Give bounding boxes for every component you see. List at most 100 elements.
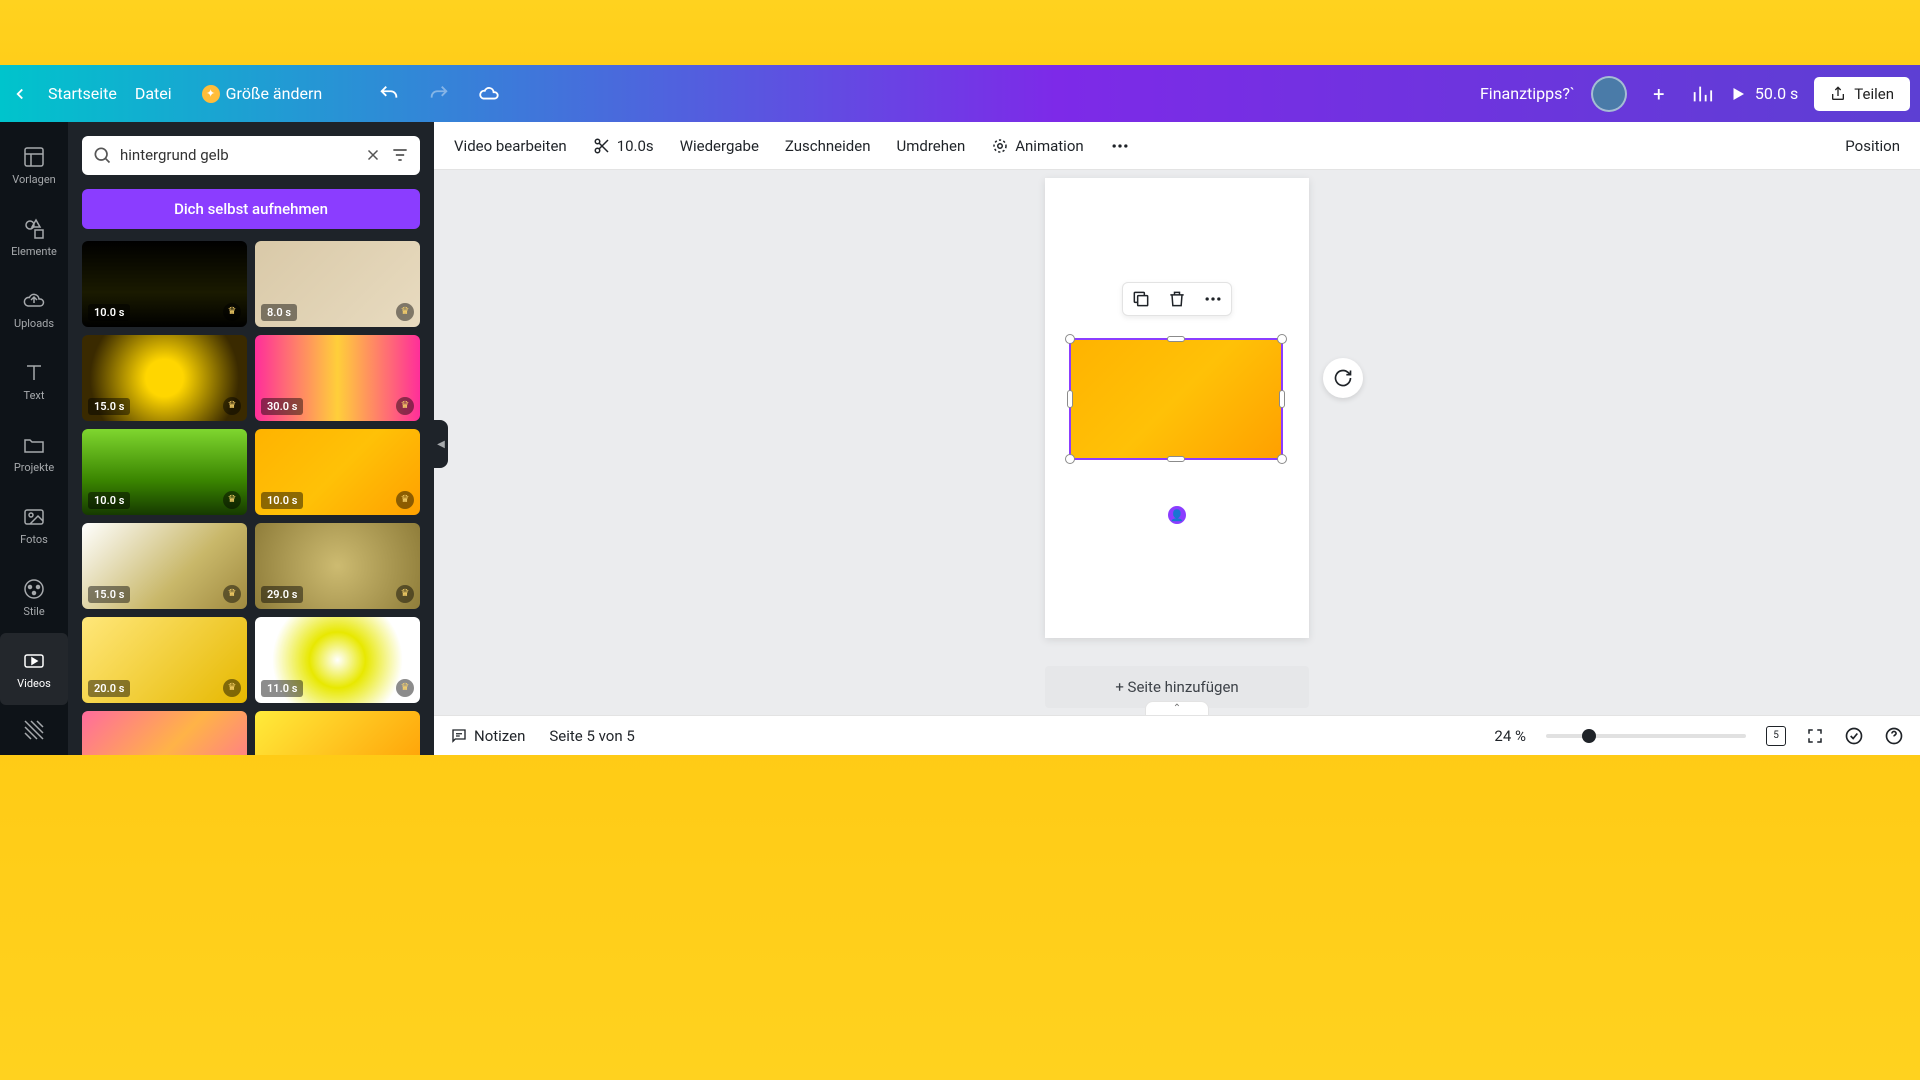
project-title[interactable]: Finanztipps?` <box>1480 84 1575 103</box>
refresh-icon[interactable] <box>1323 358 1363 398</box>
rail-projects[interactable]: Projekte <box>0 418 68 490</box>
position-button[interactable]: Position <box>1845 137 1900 155</box>
side-panel: Dich selbst aufnehmen 10.0 s♛8.0 s♛15.0 … <box>68 122 434 755</box>
clip-duration-label: 10.0s <box>617 137 654 155</box>
resize-handle[interactable] <box>1167 456 1185 462</box>
record-yourself-button[interactable]: Dich selbst aufnehmen <box>82 189 420 229</box>
rail-templates[interactable]: Vorlagen <box>0 130 68 202</box>
left-rail: Vorlagen Elemente Uploads Text Projekte … <box>0 122 68 755</box>
fullscreen-icon[interactable] <box>1806 727 1824 745</box>
resize-handle[interactable] <box>1277 454 1287 464</box>
grid-view-icon[interactable]: 5 <box>1766 726 1786 746</box>
rail-elements[interactable]: Elemente <box>0 202 68 274</box>
rail-label: Fotos <box>20 533 48 546</box>
file-menu[interactable]: Datei <box>135 84 172 103</box>
thumbnail-duration: 8.0 s <box>261 304 297 321</box>
element-toolbar <box>1122 282 1232 316</box>
rail-label: Videos <box>17 677 51 690</box>
clear-icon[interactable] <box>364 146 382 164</box>
thumbnail-duration: 10.0 s <box>88 304 130 321</box>
resize-handle[interactable] <box>1167 336 1185 342</box>
video-thumbnail[interactable]: 8.0 s ♛ <box>255 241 420 327</box>
rail-text[interactable]: Text <box>0 346 68 418</box>
trash-icon[interactable] <box>1167 289 1187 309</box>
zoom-slider[interactable] <box>1546 734 1746 738</box>
more-icon[interactable] <box>1110 136 1130 156</box>
page-count-badge: 5 <box>1773 730 1779 741</box>
video-thumbnail[interactable]: 11.0 s♛ <box>255 617 420 703</box>
flip-button[interactable]: Umdrehen <box>896 137 965 155</box>
thumbnail-duration: 11.0 s <box>261 680 303 697</box>
rail-label: Vorlagen <box>12 173 56 186</box>
filter-icon[interactable] <box>390 145 410 165</box>
check-icon[interactable] <box>1844 726 1864 746</box>
video-thumbnail[interactable] <box>82 711 247 755</box>
stage[interactable]: 👤 + Seite hinzufügen ⌃ <box>434 170 1920 715</box>
redo-icon[interactable] <box>428 83 450 105</box>
resize-handle[interactable] <box>1065 454 1075 464</box>
canvas-page[interactable]: 👤 <box>1045 178 1309 638</box>
expand-timeline-icon[interactable]: ⌃ <box>1145 701 1209 715</box>
clip-duration-button[interactable]: 10.0s <box>593 137 654 155</box>
selected-element[interactable] <box>1069 338 1283 460</box>
rail-photos[interactable]: Fotos <box>0 489 68 561</box>
video-thumbnail[interactable] <box>255 711 420 755</box>
resize-handle[interactable] <box>1277 334 1287 344</box>
video-thumbnail[interactable]: 10.0 s ♛ <box>82 241 247 327</box>
help-icon[interactable] <box>1884 726 1904 746</box>
video-thumbnail[interactable]: 15.0 s♛ <box>82 523 247 609</box>
page-indicator[interactable]: Seite 5 von 5 <box>549 727 634 745</box>
rail-label: Stile <box>23 605 44 618</box>
premium-crown-icon: ♛ <box>396 491 414 509</box>
crop-button[interactable]: Zuschneiden <box>785 137 871 155</box>
present-button[interactable]: 50.0 s <box>1729 84 1798 103</box>
premium-crown-icon: ♛ <box>223 491 241 509</box>
video-thumbnail[interactable]: 15.0 s♛ <box>82 335 247 421</box>
rail-background[interactable] <box>0 705 68 755</box>
rail-label: Uploads <box>14 317 54 330</box>
video-thumbnail[interactable]: 10.0 s ♛ <box>82 429 247 515</box>
search-bar <box>82 136 420 175</box>
rail-label: Projekte <box>14 461 54 474</box>
resize-handle[interactable] <box>1067 390 1073 408</box>
search-input[interactable] <box>120 146 356 164</box>
resize-handle[interactable] <box>1065 334 1075 344</box>
premium-crown-icon: ♛ <box>223 303 241 321</box>
duplicate-icon[interactable] <box>1131 289 1151 309</box>
undo-icon[interactable] <box>378 83 400 105</box>
playback-button[interactable]: Wiedergabe <box>680 137 759 155</box>
topbar: Startseite Datei ✦ Größe ändern Finanzti… <box>0 65 1920 122</box>
resize-button[interactable]: ✦ Größe ändern <box>202 84 323 103</box>
back-icon[interactable] <box>10 84 30 104</box>
cloud-sync-icon[interactable] <box>478 83 500 105</box>
collaborator-cursor: 👤 <box>1166 504 1188 526</box>
resize-label: Größe ändern <box>226 84 323 103</box>
context-toolbar: Video bearbeiten 10.0s Wiedergabe Zuschn… <box>434 122 1920 170</box>
resize-handle[interactable] <box>1279 390 1285 408</box>
animation-button[interactable]: Animation <box>991 137 1083 155</box>
video-thumbnail[interactable]: 29.0 s♛ <box>255 523 420 609</box>
thumbnail-duration: 20.0 s <box>88 680 130 697</box>
rail-videos[interactable]: Videos <box>0 633 68 705</box>
share-button[interactable]: Teilen <box>1814 77 1910 111</box>
thumbnail-duration: 10.0 s <box>88 492 130 509</box>
add-member-button[interactable]: + <box>1643 78 1675 110</box>
premium-crown-icon: ♛ <box>223 679 241 697</box>
rail-uploads[interactable]: Uploads <box>0 274 68 346</box>
premium-crown-icon: ♛ <box>396 303 414 321</box>
home-link[interactable]: Startseite <box>48 84 117 103</box>
zoom-level[interactable]: 24 % <box>1494 727 1526 745</box>
video-thumbnail[interactable]: 10.0 s♛ <box>255 429 420 515</box>
video-thumbnail[interactable]: 20.0 s ♛ <box>82 617 247 703</box>
premium-crown-icon: ♛ <box>396 585 414 603</box>
insights-icon[interactable] <box>1691 83 1713 105</box>
results-grid: 10.0 s♛8.0 s♛15.0 s♛30.0 s♛10.0 s♛10.0 s… <box>82 241 420 755</box>
avatar[interactable] <box>1591 76 1627 112</box>
more-icon[interactable] <box>1203 289 1223 309</box>
notes-label: Notizen <box>474 727 525 745</box>
notes-button[interactable]: Notizen <box>450 727 525 745</box>
rail-styles[interactable]: Stile <box>0 561 68 633</box>
video-thumbnail[interactable]: 30.0 s♛ <box>255 335 420 421</box>
edit-video-button[interactable]: Video bearbeiten <box>454 137 567 155</box>
total-duration: 50.0 s <box>1755 84 1798 103</box>
